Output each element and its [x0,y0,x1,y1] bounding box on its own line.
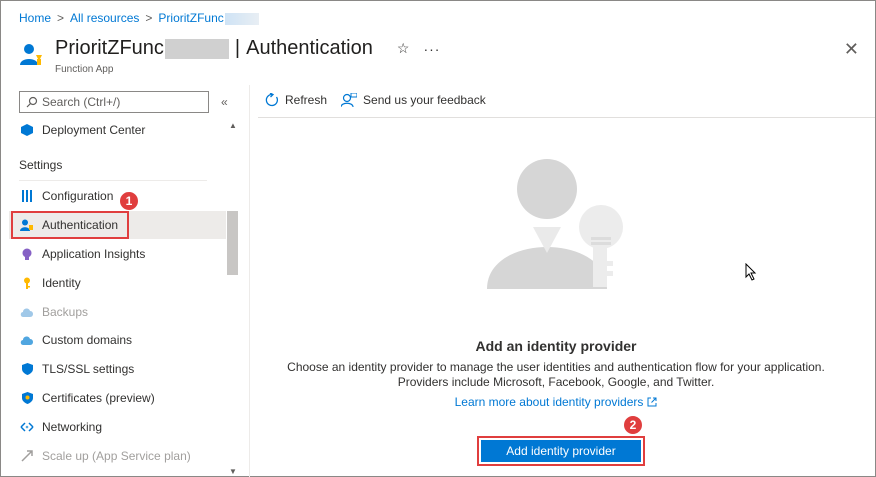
sidebar-item-label: TLS/SSL settings [42,362,135,376]
sidebar-item-tls-ssl-settings[interactable]: TLS/SSL settings [9,355,226,383]
collapse-sidebar-icon[interactable]: « [221,95,228,109]
sidebar-item-configuration[interactable]: Configuration [9,182,226,210]
sidebar-item-application-insights[interactable]: Application Insights [9,240,226,268]
redacted-blur [164,38,229,59]
configuration-icon [20,189,34,203]
section-divider [19,180,207,181]
deployment-center-icon [20,123,34,137]
sidebar: Search (Ctrl+/) « Deployment Center Sett… [1,85,241,477]
callout-badge-1: 1 [119,191,139,211]
page-title: PrioritZFunc | Authentication ☆ ··· [55,37,440,60]
title-separator: | [234,37,241,59]
callout-highlight-authentication [11,211,129,239]
learn-more-row: Learn more about identity providers [257,395,855,409]
star-icon[interactable]: ☆ [397,40,410,57]
sidebar-scrollbar[interactable]: ▲ ▼ [227,121,239,476]
blade-name: Authentication [246,37,373,59]
sidebar-item-label: Backups [42,305,89,319]
application-insights-icon [20,247,34,261]
networking-icon [20,420,34,434]
callout-badge-2: 2 [623,415,643,435]
breadcrumb: Home > All resources > PrioritZFunc [19,11,259,25]
sidebar-item-label: Configuration [42,189,114,203]
backups-icon [20,305,34,319]
command-bar: Refresh Send us your feedback [265,93,500,107]
refresh-button[interactable]: Refresh [265,93,327,107]
blade-header: PrioritZFunc | Authentication ☆ ··· Func… [19,37,859,81]
search-icon [26,96,38,108]
add-identity-provider-button[interactable]: Add identity provider [477,436,645,466]
identity-icon [20,276,34,290]
redacted-blur [224,12,259,25]
search-placeholder: Search (Ctrl+/) [42,95,121,109]
sidebar-item-networking[interactable]: Networking [9,413,226,441]
custom-domains-icon [20,333,34,347]
external-link-icon [647,397,657,407]
learn-more-label: Learn more about identity providers [454,395,644,409]
refresh-label: Refresh [285,93,328,107]
sidebar-item-label: Networking [42,420,103,434]
resource-name: PrioritZFunc [55,37,164,59]
mouse-pointer-icon [745,263,757,281]
scroll-down-arrow-icon[interactable]: ▼ [229,467,237,476]
empty-state-title: Add an identity provider [475,338,637,354]
refresh-icon [265,93,278,107]
breadcrumb-resource[interactable]: PrioritZFunc [158,11,259,25]
close-icon[interactable]: ✕ [844,39,859,60]
empty-state-description: Choose an identity provider to manage th… [257,360,855,390]
scale-up-icon [20,449,34,463]
breadcrumb-separator: > [145,11,153,25]
scroll-thumb[interactable] [227,211,238,275]
sidebar-item-label: Identity [42,276,81,290]
breadcrumb-separator: > [57,11,65,25]
breadcrumb-home[interactable]: Home [19,11,51,25]
identity-provider-illustration-icon [487,159,623,289]
sidebar-item-identity[interactable]: Identity [9,269,226,297]
sidebar-item-label: Certificates (preview) [42,391,155,405]
breadcrumb-resource-label: PrioritZFunc [158,11,224,25]
resource-type: Function App [55,64,114,75]
shield-icon [20,362,34,376]
empty-state-description-line-1: Choose an identity provider to manage th… [287,360,825,374]
certificate-shield-icon [20,391,34,405]
search-input[interactable]: Search (Ctrl+/) [19,91,209,113]
panel-divider [249,85,250,477]
feedback-button[interactable]: Send us your feedback [341,93,486,107]
sidebar-item-label: Application Insights [42,247,146,261]
sidebar-item-custom-domains[interactable]: Custom domains [9,326,226,354]
function-app-icon [20,44,42,65]
section-heading-settings: Settings [19,158,63,172]
sidebar-item-scale-up[interactable]: Scale up (App Service plan) [9,442,226,470]
sidebar-item-label: Scale up (App Service plan) [42,449,191,463]
breadcrumb-all-resources[interactable]: All resources [70,11,139,25]
sidebar-item-label: Deployment Center [42,123,146,137]
sidebar-item-backups[interactable]: Backups [9,298,226,326]
toolbar-divider [258,117,875,118]
learn-more-link[interactable]: Learn more about identity providers [455,395,658,409]
more-icon[interactable]: ··· [423,41,440,57]
feedback-label: Send us your feedback [363,93,486,107]
sidebar-item-deployment-center[interactable]: Deployment Center [9,116,226,144]
scroll-up-arrow-icon[interactable]: ▲ [229,121,237,130]
empty-state-description-line-2: Providers include Microsoft, Facebook, G… [397,375,715,389]
sidebar-item-label: Custom domains [42,333,133,347]
sidebar-item-certificates[interactable]: Certificates (preview) [9,384,226,412]
feedback-icon [341,93,358,107]
